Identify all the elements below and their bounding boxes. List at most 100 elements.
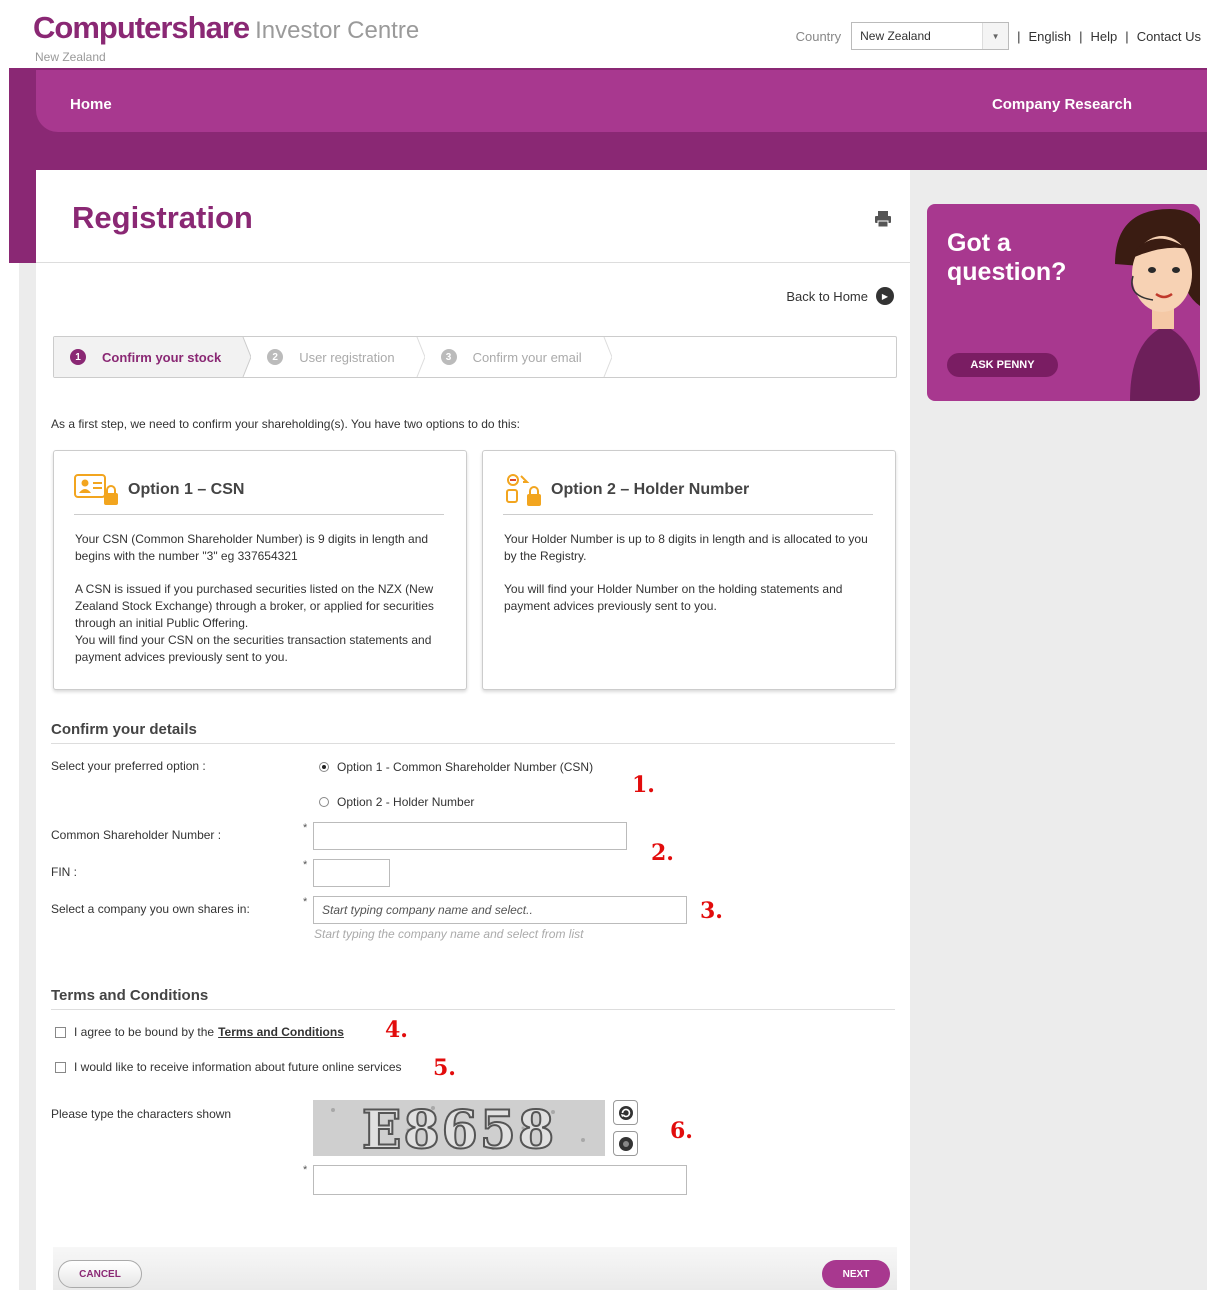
- company-label: Select a company you own shares in:: [51, 902, 250, 916]
- main-nav: Home Company Research: [36, 70, 1207, 132]
- main-panel: Registration Back to Home ▶ 1 Confirm yo…: [36, 170, 910, 1290]
- step-label: Confirm your stock: [102, 349, 222, 365]
- band-edge: [9, 170, 36, 263]
- holder-lock-icon: [506, 473, 541, 506]
- option-1-text: You will find your CSN on the securities…: [75, 633, 432, 664]
- country-select-value: New Zealand: [860, 29, 931, 43]
- penny-headline-line2: question?: [947, 258, 1067, 286]
- online-info-label: I would like to receive information abou…: [74, 1060, 402, 1074]
- audio-captcha-button[interactable]: [613, 1131, 638, 1156]
- annotation-marker-1: 1.: [632, 772, 655, 798]
- captcha-text: E8658: [362, 1100, 556, 1156]
- form-actions-bar: [53, 1247, 897, 1290]
- option-2-text: Your Holder Number is up to 8 digits in …: [504, 532, 868, 563]
- title-area: Registration: [36, 170, 910, 263]
- audio-icon: [618, 1136, 633, 1151]
- next-button[interactable]: NEXT: [822, 1260, 890, 1288]
- radio-option-holder[interactable]: Option 2 - Holder Number: [319, 795, 474, 809]
- id-card-lock-icon: [74, 473, 118, 505]
- divider: |: [1125, 28, 1129, 44]
- annotation-marker-3: 3.: [700, 898, 723, 924]
- step-chevron-icon: [603, 337, 612, 377]
- product-name: Investor Centre: [255, 17, 420, 44]
- radio-button[interactable]: [319, 797, 329, 807]
- computershare-logo[interactable]: Computershare Investor Centre New Zealand: [33, 10, 420, 64]
- step-confirm-stock: 1 Confirm your stock: [54, 337, 252, 377]
- captcha-image: E8658: [313, 1100, 605, 1156]
- company-hint: Start typing the company name and select…: [314, 927, 584, 941]
- brand-name: Computershare: [33, 10, 250, 45]
- page-title: Registration: [72, 200, 253, 235]
- radio-option-csn[interactable]: Option 1 - Common Shareholder Number (CS…: [319, 760, 593, 774]
- radio-option-holder-label: Option 2 - Holder Number: [337, 795, 475, 809]
- option-1-box: Option 1 – CSN Your CSN (Common Sharehol…: [53, 450, 467, 690]
- online-info-row[interactable]: I would like to receive information abou…: [55, 1060, 402, 1074]
- fin-label: FIN :: [51, 865, 77, 879]
- company-search-input[interactable]: [313, 896, 687, 924]
- required-marker: *: [303, 1164, 308, 1176]
- captcha-input[interactable]: [313, 1165, 687, 1195]
- step-number: 2: [267, 349, 284, 365]
- annotation-marker-5: 5.: [433, 1055, 456, 1081]
- arrow-right-icon: ▶: [876, 287, 894, 305]
- confirm-details-heading: Confirm your details: [51, 721, 895, 744]
- penny-avatar-icon: [1115, 209, 1200, 401]
- terms-link[interactable]: Terms and Conditions: [218, 1025, 344, 1039]
- agree-terms-checkbox[interactable]: [55, 1026, 66, 1038]
- option-2-body: Your Holder Number is up to 8 digits in …: [504, 531, 875, 615]
- contact-us-link[interactable]: Contact Us: [1137, 29, 1201, 44]
- radio-option-csn-label: Option 1 - Common Shareholder Number (CS…: [337, 760, 594, 774]
- country-select[interactable]: New Zealand ▼: [851, 22, 1010, 50]
- csn-label: Common Shareholder Number :: [51, 828, 222, 842]
- divider: |: [1079, 28, 1083, 44]
- step-label: Confirm your email: [472, 349, 582, 365]
- penny-headline-line1: Got a: [947, 229, 1011, 257]
- cancel-button[interactable]: CANCEL: [58, 1260, 142, 1288]
- step-number: 3: [440, 349, 457, 365]
- preferred-option-label: Select your preferred option :: [51, 759, 206, 773]
- required-marker: *: [303, 859, 308, 871]
- print-icon[interactable]: [874, 210, 892, 228]
- language-link[interactable]: English: [1029, 29, 1072, 44]
- back-to-home-label: Back to Home: [786, 288, 868, 304]
- nav-home[interactable]: Home: [70, 96, 112, 113]
- help-link[interactable]: Help: [1091, 29, 1118, 44]
- step-number: 1: [70, 349, 86, 365]
- agree-terms-row[interactable]: I agree to be bound by the Terms and Con…: [55, 1025, 344, 1039]
- step-label: User registration: [299, 349, 395, 365]
- terms-heading: Terms and Conditions: [51, 987, 895, 1010]
- option-1-title: Option 1 – CSN: [128, 480, 245, 498]
- annotation-marker-6: 6.: [670, 1118, 693, 1144]
- option-1-header: Option 1 – CSN: [74, 465, 444, 515]
- option-1-body: Your CSN (Common Shareholder Number) is …: [75, 531, 446, 666]
- csn-input[interactable]: [313, 822, 627, 850]
- required-marker: *: [303, 822, 308, 834]
- country-label: Country: [795, 28, 842, 44]
- annotation-marker-2: 2.: [651, 840, 674, 866]
- region-label: New Zealand: [35, 50, 106, 64]
- option-1-text: A CSN is issued if you purchased securit…: [75, 582, 434, 630]
- option-2-header: Option 2 – Holder Number: [503, 465, 873, 515]
- top-utility-bar: Country New Zealand ▼ | English | Help |…: [796, 22, 1201, 50]
- fin-input[interactable]: [313, 859, 390, 887]
- captcha-label: Please type the characters shown: [51, 1107, 232, 1121]
- chevron-down-icon[interactable]: ▼: [982, 23, 1009, 49]
- ask-penny-button[interactable]: ASK PENNY: [947, 353, 1058, 377]
- ask-penny-panel[interactable]: Got a question? ASK PENNY: [927, 204, 1200, 401]
- refresh-captcha-button[interactable]: [613, 1100, 638, 1125]
- radio-button-selected[interactable]: [319, 762, 329, 772]
- online-info-checkbox[interactable]: [55, 1061, 66, 1073]
- nav-company-research[interactable]: Company Research: [992, 96, 1132, 113]
- required-marker: *: [303, 896, 308, 908]
- option-1-text: Your CSN (Common Shareholder Number) is …: [75, 532, 429, 563]
- back-to-home-link[interactable]: Back to Home ▶: [786, 287, 894, 305]
- progress-steps: 1 Confirm your stock 2 User registration…: [53, 336, 897, 378]
- agree-terms-label: I agree to be bound by the: [74, 1025, 215, 1039]
- step-confirm-email: 3 Confirm your email: [417, 337, 612, 377]
- divider: |: [1017, 28, 1021, 44]
- step-user-registration: 2 User registration: [243, 337, 425, 377]
- option-2-title: Option 2 – Holder Number: [551, 480, 750, 498]
- option-2-box: Option 2 – Holder Number Your Holder Num…: [482, 450, 896, 690]
- option-2-text: You will find your Holder Number on the …: [504, 582, 843, 613]
- annotation-marker-4: 4.: [385, 1017, 408, 1043]
